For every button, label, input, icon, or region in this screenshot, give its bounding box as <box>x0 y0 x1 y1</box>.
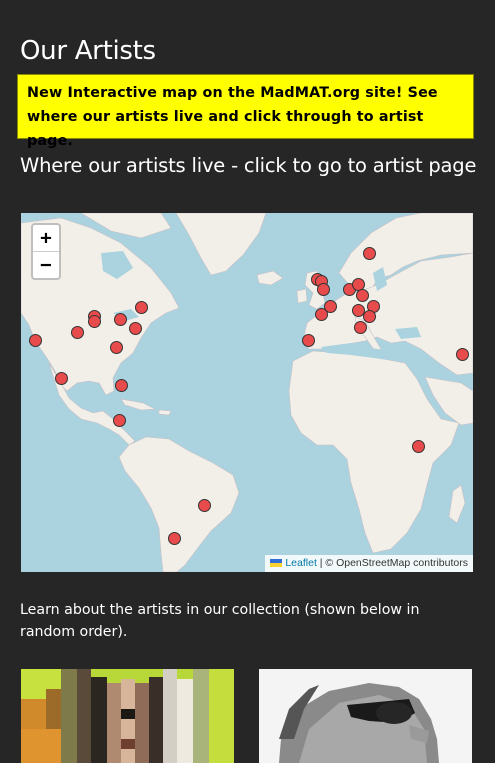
artist-marker[interactable] <box>353 320 367 334</box>
announcement-banner: New Interactive map on the MadMAT.org si… <box>17 74 474 149</box>
artist-marker[interactable] <box>411 439 425 453</box>
ukraine-flag-icon <box>270 559 283 567</box>
zoom-in-button[interactable]: + <box>33 225 59 251</box>
artist-location-map[interactable]: + − Leaflet | © OpenStreetMap contributo… <box>21 213 473 572</box>
artist-marker[interactable] <box>355 288 369 302</box>
page-title: Our Artists <box>20 36 156 66</box>
pixelated-portrait-image <box>21 669 234 763</box>
artist-marker[interactable] <box>114 378 128 392</box>
artist-marker[interactable] <box>112 413 126 427</box>
artist-card-image-left[interactable] <box>21 669 234 763</box>
artists-page: Our Artists New Interactive map on the M… <box>0 0 495 763</box>
man-with-sunglasses-portrait-image <box>259 669 472 763</box>
artist-marker[interactable] <box>197 498 211 512</box>
world-map-tiles <box>21 213 473 572</box>
artist-marker[interactable] <box>314 307 328 321</box>
artist-marker[interactable] <box>362 309 376 323</box>
artist-marker[interactable] <box>362 246 376 260</box>
zoom-out-button[interactable]: − <box>33 251 59 278</box>
artist-marker[interactable] <box>87 314 101 328</box>
artist-marker[interactable] <box>134 300 148 314</box>
map-attribution: Leaflet | © OpenStreetMap contributors <box>265 555 473 572</box>
artist-marker[interactable] <box>455 347 469 361</box>
artist-marker[interactable] <box>128 321 142 335</box>
artist-marker[interactable] <box>28 333 42 347</box>
leaflet-link[interactable]: Leaflet <box>285 557 317 569</box>
artists-intro-text: Learn about the artists in our collectio… <box>20 602 420 640</box>
artist-marker[interactable] <box>167 531 181 545</box>
artist-marker[interactable] <box>316 282 330 296</box>
artist-card-image-right[interactable] <box>259 669 472 763</box>
artist-marker[interactable] <box>301 333 315 347</box>
artist-marker[interactable] <box>54 371 68 385</box>
attribution-text: | © OpenStreetMap contributors <box>316 557 468 569</box>
map-heading: Where our artists live - click to go to … <box>20 154 477 177</box>
artist-marker[interactable] <box>109 340 123 354</box>
zoom-control: + − <box>31 223 61 280</box>
artist-marker[interactable] <box>113 312 127 326</box>
artist-marker[interactable] <box>70 325 84 339</box>
